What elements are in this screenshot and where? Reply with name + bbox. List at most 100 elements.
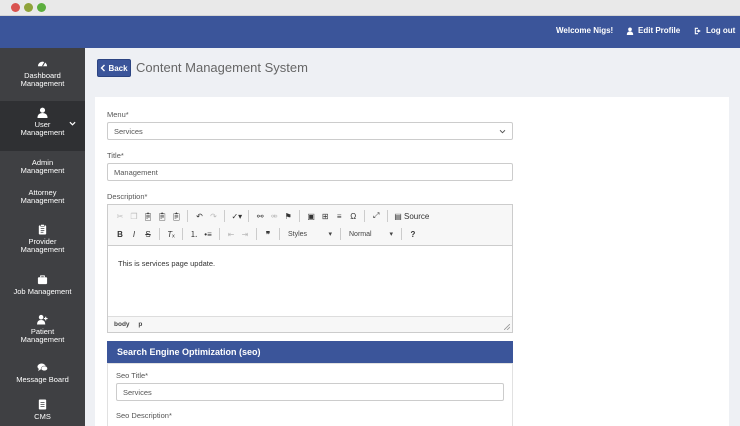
toolbar-separator <box>182 228 183 240</box>
sidebar-subitem-attorney-management[interactable]: Attorney Management <box>0 189 85 205</box>
toolbar-separator <box>387 210 389 222</box>
edit-profile-label: Edit Profile <box>638 26 681 35</box>
toolbar-separator <box>364 210 366 222</box>
format-dropdown[interactable]: Normal ▾ <box>346 227 396 241</box>
path-item-p[interactable]: p <box>138 321 142 328</box>
dashboard-icon <box>37 61 48 67</box>
editor-element-path: body p <box>108 316 512 332</box>
sidebar-item-cms[interactable]: CMS <box>0 399 85 421</box>
comments-icon <box>37 363 48 372</box>
toolbar-separator <box>187 210 189 222</box>
outdent-icon[interactable]: ⇤ <box>225 227 237 241</box>
styles-dropdown[interactable]: Styles ▾ <box>285 227 335 241</box>
sidebar-item-label: Management <box>20 128 65 137</box>
title-label: Title* <box>107 151 124 160</box>
sidebar-item-label: Management <box>20 79 65 88</box>
sidebar-item-dashboard[interactable]: Dashboard Management <box>0 58 85 88</box>
sidebar-item-label: Job Management <box>13 287 72 296</box>
source-button[interactable]: ▤ Source <box>393 209 430 223</box>
image-icon[interactable]: ▣ <box>305 209 317 223</box>
cut-icon[interactable]: ✂ <box>114 209 126 223</box>
chevron-down-icon <box>499 129 506 134</box>
source-doc-icon: ▤ <box>394 211 402 221</box>
menu-select[interactable]: Services <box>107 122 513 140</box>
path-item-body[interactable]: body <box>114 321 130 328</box>
remove-format-icon[interactable]: Tₓ <box>165 227 177 241</box>
minimize-window-button[interactable] <box>24 3 33 12</box>
redo-icon[interactable]: ↷ <box>207 209 219 223</box>
sidebar-subitem-label: Management <box>20 196 65 205</box>
back-button[interactable]: Back <box>97 59 131 77</box>
seo-section-body: Seo Title* Services Seo Description* <box>107 363 513 426</box>
seo-title-value: Services <box>123 388 152 397</box>
sidebar-item-label: Management <box>20 245 65 254</box>
toolbar-separator <box>256 228 257 240</box>
page-title: Content Management System <box>136 60 308 75</box>
editor-toolbar-row: ✂ ❐ 📋︎ 📋︎ 📋︎ ↶ ↷ ✓▾ ⚯ ⚮ ⚑ ▣ ⊞ ≡ Ω ⤢ ▤ So… <box>114 209 430 223</box>
clipboard-icon <box>38 224 47 235</box>
anchor-flag-icon[interactable]: ⚑ <box>282 209 294 223</box>
sidebar: Dashboard Management User Management Adm… <box>0 48 85 426</box>
toolbar-separator <box>299 210 301 222</box>
resize-handle-icon[interactable] <box>504 324 510 330</box>
paste-text-icon[interactable]: 📋︎ <box>156 209 168 223</box>
help-icon[interactable]: ? <box>407 227 419 241</box>
toolbar-separator <box>224 210 226 222</box>
sidebar-item-job-management[interactable]: Job Management <box>0 274 85 296</box>
window-titlebar <box>0 0 740 16</box>
bulleted-list-icon[interactable]: •≡ <box>202 227 214 241</box>
bold-icon[interactable]: B <box>114 227 126 241</box>
editor-toolbar-row: B I S Tₓ ⒈ •≡ ⇤ ⇥ ❞ Styles ▾ Normal ▾ ? <box>114 227 419 241</box>
toolbar-separator <box>219 228 220 240</box>
toolbar-separator <box>159 228 160 240</box>
add-user-icon <box>37 314 48 325</box>
strike-icon[interactable]: S <box>142 227 154 241</box>
italic-icon[interactable]: I <box>128 227 140 241</box>
sidebar-item-message-board[interactable]: Message Board <box>0 362 85 384</box>
table-icon[interactable]: ⊞ <box>319 209 331 223</box>
spellcheck-icon[interactable]: ✓▾ <box>230 209 243 223</box>
indent-icon[interactable]: ⇥ <box>239 227 251 241</box>
link-icon[interactable]: ⚯ <box>254 209 266 223</box>
numbered-list-icon[interactable]: ⒈ <box>188 227 200 241</box>
logout-link[interactable]: Log out <box>694 26 735 35</box>
maximize-icon[interactable]: ⤢ <box>370 209 382 223</box>
sidebar-item-label: Management <box>20 335 65 344</box>
blockquote-icon[interactable]: ❞ <box>262 227 274 241</box>
description-label: Description* <box>107 192 148 201</box>
welcome-text: Welcome Nigs! <box>556 26 614 35</box>
close-window-button[interactable] <box>11 3 20 12</box>
chevron-down-icon[interactable] <box>69 120 76 127</box>
special-char-icon[interactable]: Ω <box>347 209 359 223</box>
undo-icon[interactable]: ↶ <box>193 209 205 223</box>
editor-content-area[interactable]: This is services page update. <box>108 246 512 316</box>
user-icon <box>37 107 48 118</box>
dropdown-arrow-icon: ▾ <box>328 231 332 238</box>
horizontal-line-icon[interactable]: ≡ <box>333 209 345 223</box>
copy-icon[interactable]: ❐ <box>128 209 140 223</box>
dropdown-arrow-icon: ▾ <box>389 231 393 238</box>
maximize-window-button[interactable] <box>37 3 46 12</box>
seo-title-label: Seo Title* <box>116 371 149 380</box>
toolbar-separator <box>248 210 250 222</box>
seo-title-input[interactable]: Services <box>116 383 504 401</box>
main-content: Back Content Management System Menu* Ser… <box>85 48 740 426</box>
title-input[interactable]: Management <box>107 163 513 181</box>
paste-word-icon[interactable]: 📋︎ <box>170 209 182 223</box>
help-label: ? <box>410 229 416 239</box>
paste-icon[interactable]: 📋︎ <box>142 209 154 223</box>
toolbar-separator <box>340 228 341 240</box>
edit-profile-link[interactable]: Edit Profile <box>626 26 680 35</box>
toolbar-separator <box>279 228 280 240</box>
unlink-icon[interactable]: ⚮ <box>268 209 280 223</box>
source-label: Source <box>403 211 430 221</box>
document-icon <box>38 399 47 410</box>
seo-heading-text: Search Engine Optimization (seo) <box>117 347 261 357</box>
sidebar-item-patient-management[interactable]: Patient Management <box>0 314 85 344</box>
rich-text-editor: ✂ ❐ 📋︎ 📋︎ 📋︎ ↶ ↷ ✓▾ ⚯ ⚮ ⚑ ▣ ⊞ ≡ Ω ⤢ ▤ So… <box>107 204 513 333</box>
user-icon <box>626 27 634 35</box>
editor-toolbar: ✂ ❐ 📋︎ 📋︎ 📋︎ ↶ ↷ ✓▾ ⚯ ⚮ ⚑ ▣ ⊞ ≡ Ω ⤢ ▤ So… <box>108 205 512 246</box>
menu-select-value: Services <box>114 127 143 136</box>
sidebar-item-provider-management[interactable]: Provider Management <box>0 224 85 254</box>
sidebar-subitem-admin-management[interactable]: Admin Management <box>0 159 85 175</box>
